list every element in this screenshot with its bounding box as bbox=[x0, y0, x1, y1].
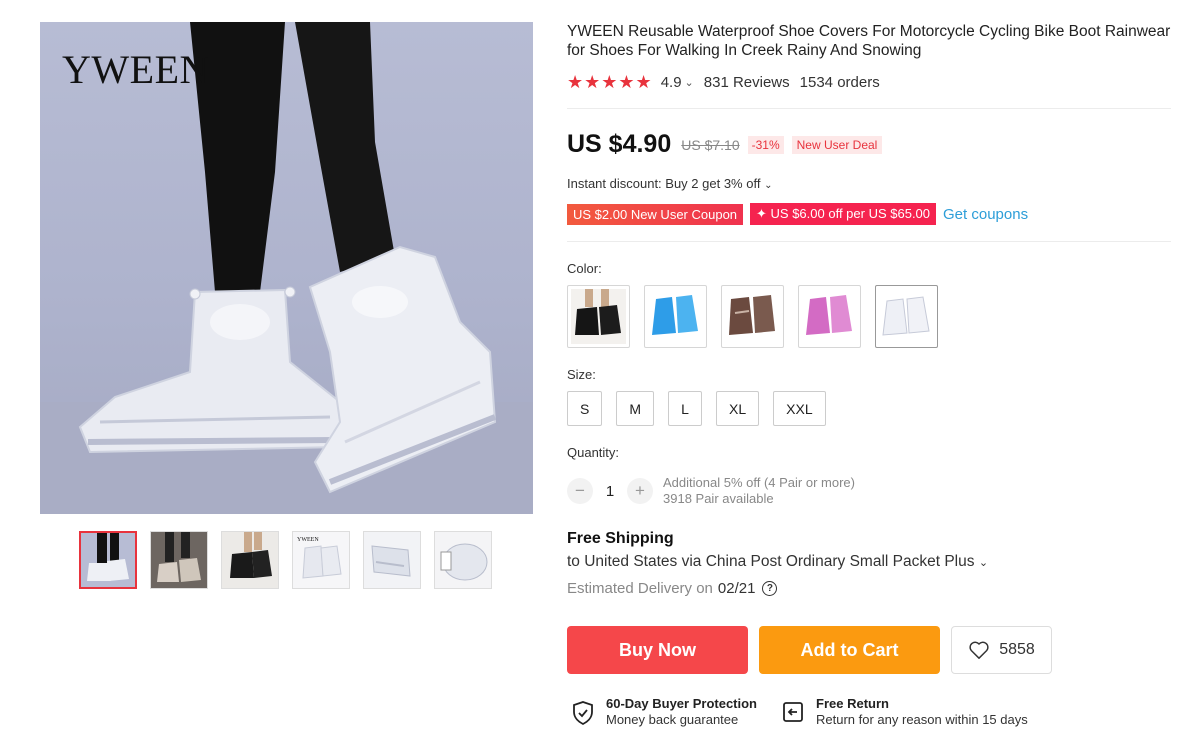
swatch-image bbox=[725, 289, 780, 344]
size-option-l[interactable]: L bbox=[668, 391, 703, 426]
chevron-down-icon[interactable]: ⌄ bbox=[685, 76, 694, 89]
rating-row: ★★★★★ 4.9 ⌄ 831 Reviews 1534 orders bbox=[567, 72, 880, 93]
get-coupons-link[interactable]: Get coupons bbox=[943, 206, 1028, 223]
rating-stars-icon: ★★★★★ bbox=[567, 72, 653, 92]
color-options bbox=[567, 285, 938, 348]
free-return[interactable]: Free Return Return for any reason within… bbox=[781, 696, 1028, 728]
original-price: US $7.10 bbox=[681, 136, 740, 153]
minus-icon[interactable]: − bbox=[567, 478, 593, 504]
size-option-xxl[interactable]: XXL bbox=[773, 391, 826, 426]
return-icon bbox=[781, 700, 807, 726]
help-icon[interactable]: ? bbox=[762, 581, 778, 596]
shipping-method[interactable]: to United States via China Post Ordinary… bbox=[567, 553, 988, 571]
color-label: Color: bbox=[567, 261, 602, 276]
eta-label: Estimated Delivery on bbox=[567, 580, 713, 597]
main-product-image[interactable]: YWEEN bbox=[40, 22, 533, 514]
chevron-down-icon: ⌄ bbox=[764, 180, 773, 191]
wishlist-count: 5858 bbox=[999, 641, 1035, 658]
quantity-stepper: − 1 + Additional 5% off (4 Pair or more)… bbox=[567, 475, 855, 507]
thumbnail-image bbox=[222, 532, 278, 588]
swatch-image bbox=[571, 289, 626, 344]
new-user-deal-badge: New User Deal bbox=[791, 135, 883, 154]
price-row: US $4.90 US $7.10 -31% New User Deal bbox=[567, 130, 883, 159]
thumbnail-6[interactable] bbox=[434, 531, 492, 589]
heart-icon bbox=[968, 640, 990, 660]
rating-value[interactable]: 4.9 bbox=[661, 74, 682, 91]
orders-count: 1534 orders bbox=[799, 74, 880, 91]
guarantees: 60-Day Buyer Protection Money back guara… bbox=[571, 696, 1052, 728]
thumbnail-2[interactable] bbox=[150, 531, 208, 589]
buyer-protection-title: 60-Day Buyer Protection bbox=[606, 696, 757, 711]
thumbnail-brand-logo: YWEEN bbox=[297, 537, 319, 543]
free-return-subtitle: Return for any reason within 15 days bbox=[816, 712, 1028, 727]
add-to-cart-button[interactable]: Add to Cart bbox=[759, 626, 940, 674]
thumbnail-image bbox=[81, 533, 135, 587]
discount-badge: -31% bbox=[747, 135, 784, 154]
size-option-s[interactable]: S bbox=[567, 391, 603, 426]
thumbnail-5[interactable] bbox=[363, 531, 421, 589]
bulk-discount-note: Additional 5% off (4 Pair or more) bbox=[663, 475, 855, 490]
thumbnail-image bbox=[435, 532, 491, 588]
swatch-image bbox=[802, 289, 857, 344]
new-user-coupon[interactable]: US $2.00 New User Coupon bbox=[567, 203, 744, 225]
divider bbox=[567, 108, 1171, 109]
current-price: US $4.90 bbox=[567, 130, 672, 158]
stock-available: 3918 Pair available bbox=[663, 491, 774, 506]
thumbnail-image bbox=[151, 532, 207, 588]
free-return-title: Free Return bbox=[816, 696, 889, 711]
thumbnail-image bbox=[364, 532, 420, 588]
thumbnail-4[interactable]: YWEEN bbox=[292, 531, 350, 589]
size-option-m[interactable]: M bbox=[616, 391, 655, 426]
estimated-delivery: Estimated Delivery on 02/21 ? bbox=[567, 580, 778, 597]
color-swatch-brown[interactable] bbox=[721, 285, 784, 348]
size-options: S M L XL XXL bbox=[567, 391, 826, 426]
instant-discount-text: Instant discount: Buy 2 get 3% off bbox=[567, 176, 761, 191]
store-coupon[interactable]: ✦ US $6.00 off per US $65.00 bbox=[750, 203, 937, 225]
quantity-value[interactable]: 1 bbox=[593, 483, 627, 500]
size-label: Size: bbox=[567, 367, 596, 382]
color-swatch-pink[interactable] bbox=[798, 285, 861, 348]
size-option-xl[interactable]: XL bbox=[716, 391, 760, 426]
buy-now-button[interactable]: Buy Now bbox=[567, 626, 748, 674]
plus-icon[interactable]: + bbox=[627, 478, 653, 504]
reviews-link[interactable]: 831 Reviews bbox=[704, 74, 790, 91]
shield-check-icon bbox=[571, 700, 597, 726]
wishlist-button[interactable]: 5858 bbox=[951, 626, 1052, 674]
quantity-note: Additional 5% off (4 Pair or more) 3918 … bbox=[663, 475, 855, 507]
coupon-row: US $2.00 New User Coupon ✦ US $6.00 off … bbox=[567, 203, 1028, 225]
thumbnail-3[interactable] bbox=[221, 531, 279, 589]
buyer-protection[interactable]: 60-Day Buyer Protection Money back guara… bbox=[571, 696, 757, 728]
color-swatch-blue[interactable] bbox=[644, 285, 707, 348]
thumbnail-strip: YWEEN bbox=[79, 531, 492, 589]
instant-discount[interactable]: Instant discount: Buy 2 get 3% off ⌄ bbox=[567, 176, 772, 191]
brand-logo: YWEEN bbox=[62, 47, 209, 92]
color-swatch-clear[interactable] bbox=[875, 285, 938, 348]
buyer-protection-subtitle: Money back guarantee bbox=[606, 712, 739, 727]
swatch-image bbox=[648, 289, 703, 344]
eta-date: 02/21 bbox=[717, 580, 756, 597]
shipping-method-text: to United States via China Post Ordinary… bbox=[567, 553, 975, 570]
thumbnail-1[interactable] bbox=[79, 531, 137, 589]
swatch-image bbox=[879, 289, 934, 344]
quantity-label: Quantity: bbox=[567, 445, 620, 460]
shoe-covers-illustration bbox=[40, 22, 533, 514]
divider bbox=[567, 241, 1171, 242]
product-title: YWEEN Reusable Waterproof Shoe Covers Fo… bbox=[567, 23, 1171, 59]
thumbnail-image: YWEEN bbox=[293, 532, 349, 588]
shipping-title: Free Shipping bbox=[567, 530, 674, 547]
chevron-down-icon: ⌄ bbox=[978, 557, 989, 569]
color-swatch-black[interactable] bbox=[567, 285, 630, 348]
